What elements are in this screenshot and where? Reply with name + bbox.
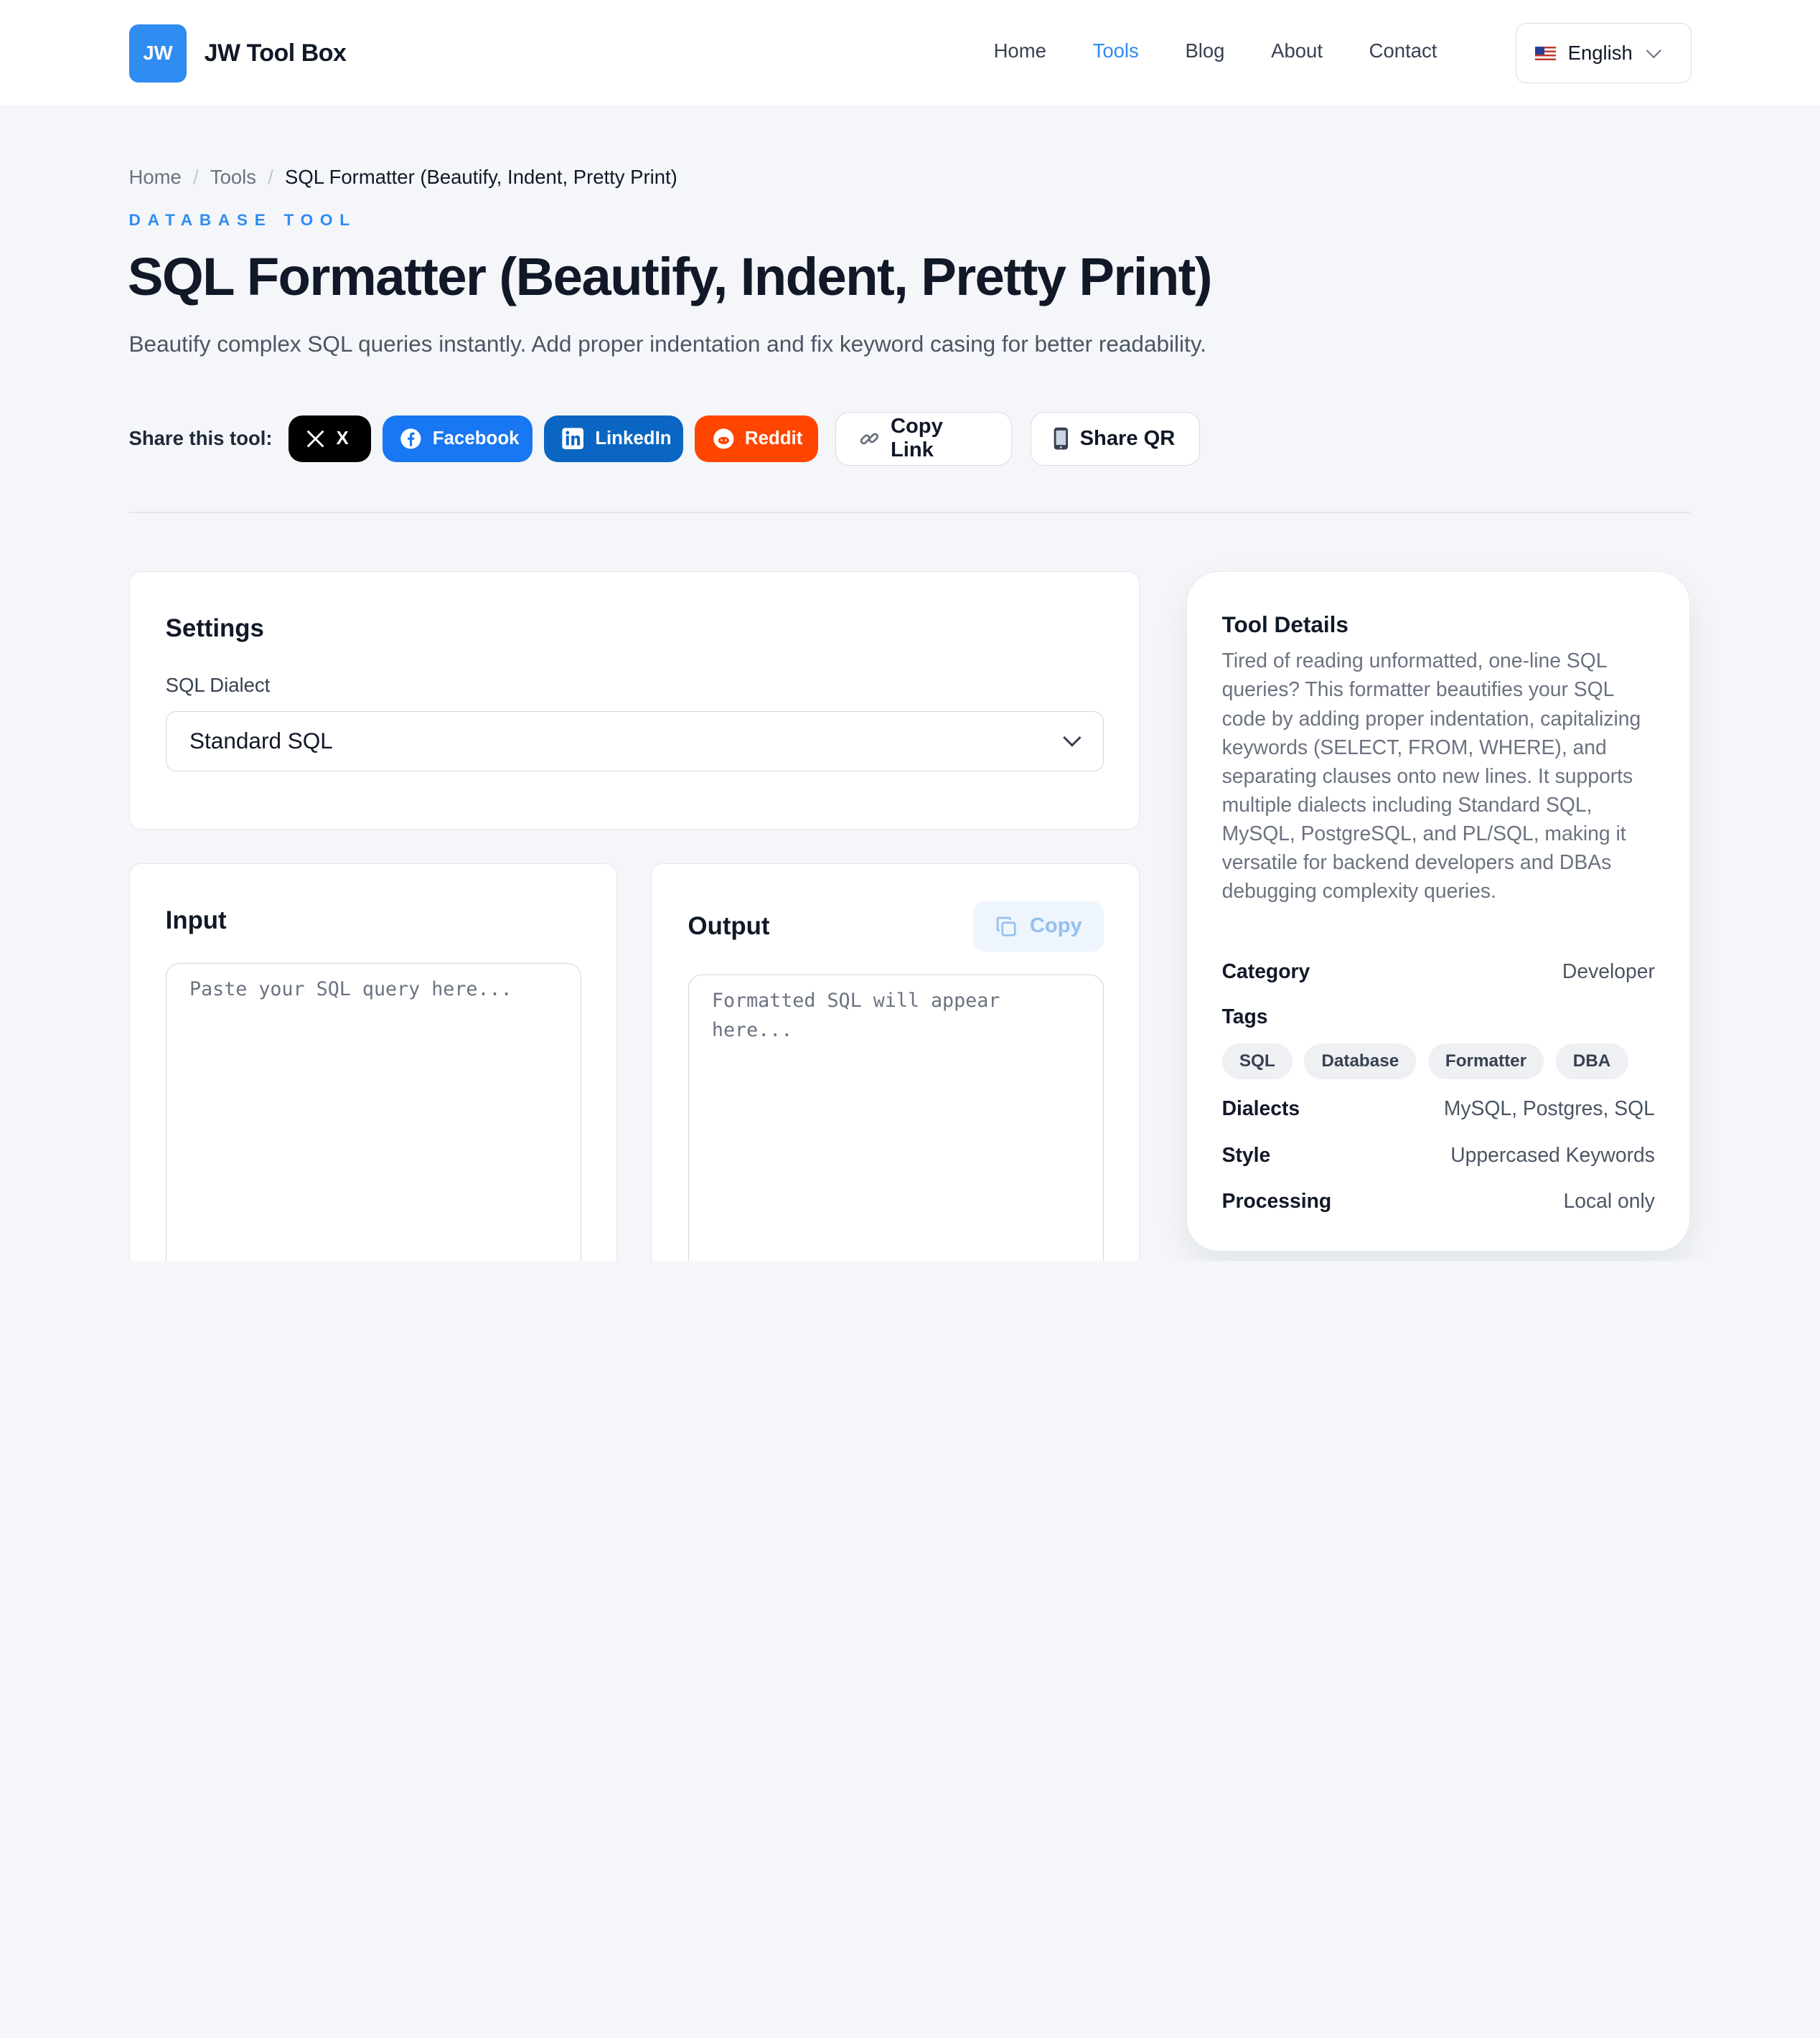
copy-output-button[interactable]: Copy [973,901,1104,952]
nav-home[interactable]: Home [994,39,1046,62]
share-reddit-label: Reddit [744,428,803,449]
category-row: Category Developer [1222,959,1655,983]
section-divider [128,512,1691,513]
category-value: Developer [1562,959,1655,983]
dialects-row: Dialects MySQL, Postgres, SQL [1222,1097,1655,1120]
settings-card: Settings SQL Dialect Standard SQL [128,570,1140,830]
nav-tools[interactable]: Tools [1093,39,1139,62]
output-title: Output [688,913,770,941]
breadcrumb-home[interactable]: Home [129,166,182,189]
tag-dba[interactable]: DBA [1555,1043,1628,1079]
link-icon [858,428,881,450]
breadcrumb-separator: / [268,166,273,189]
copy-link-button[interactable]: Copy Link [835,412,1012,466]
tool-details-card: Tool Details Tired of reading unformatte… [1186,570,1691,1252]
sql-dialect-select[interactable]: Standard SQL [165,710,1104,771]
tags-label: Tags [1221,1005,1268,1028]
mobile-phone-icon [1053,427,1069,450]
us-flag-icon [1535,46,1557,61]
chevron-down-icon [1646,43,1661,58]
dialects-label: Dialects [1221,1096,1300,1119]
share-qr-button[interactable]: Share QR [1030,412,1200,466]
site-name: JW Tool Box [204,39,347,67]
category-label: Category [1221,959,1310,983]
linkedin-icon [561,427,584,450]
breadcrumb: Home / Tools / SQL Formatter (Beautify, … [129,166,677,189]
copy-icon [995,915,1018,938]
tag-formatter[interactable]: Formatter [1427,1043,1544,1079]
logo[interactable]: JW JW Tool Box [128,24,347,83]
settings-title: Settings [165,614,264,642]
copy-output-label: Copy [1029,914,1082,938]
breadcrumb-current: SQL Formatter (Beautify, Indent, Pretty … [285,166,677,189]
share-facebook-button[interactable]: Facebook [383,415,533,462]
nav-about[interactable]: About [1271,39,1323,62]
page-title: SQL Formatter (Beautify, Indent, Pretty … [127,246,1213,306]
dialects-value: MySQL, Postgres, SQL [1443,1096,1655,1119]
processing-value: Local only [1563,1189,1655,1213]
share-x-button[interactable]: X [289,415,372,462]
share-x-label: X [336,428,349,449]
share-linkedin-button[interactable]: LinkedIn [544,415,684,462]
breadcrumb-separator: / [193,166,199,189]
tag-sql[interactable]: SQL [1221,1043,1293,1079]
page-subtitle: Beautify complex SQL queries instantly. … [128,331,1207,357]
output-card: Output Copy [651,863,1140,1261]
language-select[interactable]: English [1516,23,1692,84]
site-header: JW JW Tool Box Home Tools Blog About Con… [0,0,1820,107]
sql-output-textarea[interactable] [688,975,1104,1261]
share-facebook-label: Facebook [432,428,520,449]
tool-category-eyebrow: DATABASE TOOL [128,211,357,230]
style-value: Uppercased Keywords [1450,1142,1655,1166]
nav-blog[interactable]: Blog [1185,39,1224,62]
processing-label: Processing [1221,1189,1332,1213]
copy-link-label: Copy Link [891,415,943,462]
facebook-icon [400,428,422,450]
sql-dialect-label: SQL Dialect [165,674,271,697]
style-row: Style Uppercased Keywords [1222,1143,1655,1167]
tool-details-title: Tool Details [1221,611,1348,637]
reddit-icon [713,428,735,450]
page: JW JW Tool Box Home Tools Blog About Con… [0,0,1820,1261]
input-card: Input [128,863,618,1261]
input-title: Input [165,907,227,935]
sql-input-textarea[interactable] [165,962,581,1261]
share-bar: Share this tool: X Facebook LinkedIn Red… [128,412,1213,466]
share-label: Share this tool: [128,427,273,450]
tag-list: SQL Database Formatter DBA [1221,1043,1640,1079]
chevron-down-icon [1063,728,1082,747]
share-reddit-button[interactable]: Reddit [695,415,818,462]
logo-badge: JW [128,24,187,83]
tag-database[interactable]: Database [1304,1043,1417,1079]
language-label: English [1567,42,1633,65]
processing-row: Processing Local only [1222,1189,1655,1213]
x-logo-icon [305,428,326,449]
sql-dialect-value: Standard SQL [189,728,333,754]
main-nav: Home Tools Blog About Contact [970,39,1460,62]
share-qr-label: Share QR [1079,426,1176,450]
nav-contact[interactable]: Contact [1369,39,1437,62]
style-label: Style [1221,1142,1271,1166]
breadcrumb-tools[interactable]: Tools [210,166,256,189]
tool-description: Tired of reading unformatted, one-line S… [1221,649,1641,903]
share-linkedin-label: LinkedIn [595,428,672,449]
